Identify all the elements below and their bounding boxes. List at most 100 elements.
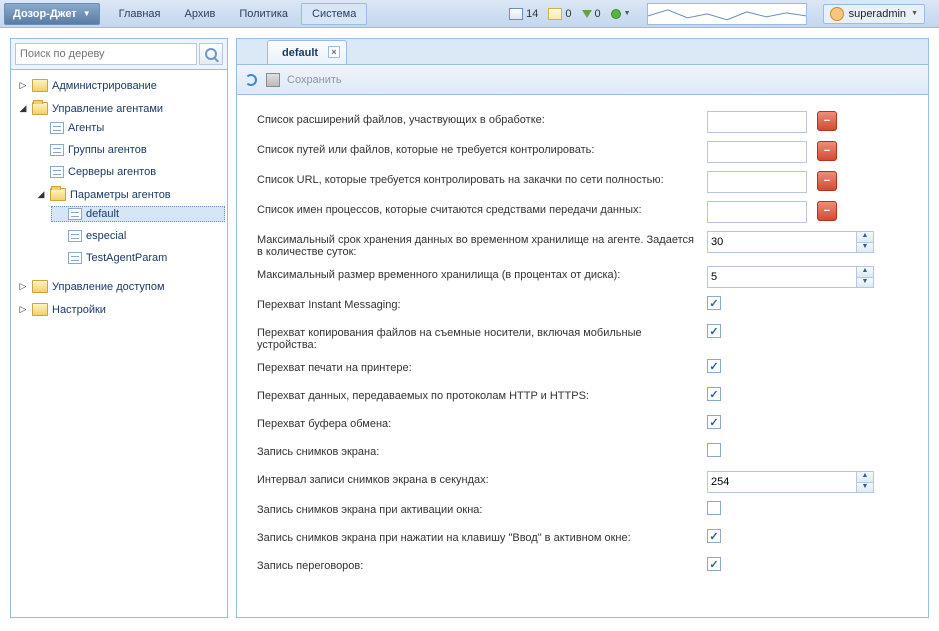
mail-new-stat[interactable]: 14 bbox=[509, 8, 538, 20]
form-row: Максимальный размер временного хранилища… bbox=[257, 262, 908, 292]
field-control: ▲▼ bbox=[707, 231, 874, 253]
tree-item[interactable]: Группы агентов bbox=[33, 142, 225, 158]
text-input[interactable] bbox=[707, 171, 807, 193]
form-row: Список расширений файлов, участвующих в … bbox=[257, 107, 908, 137]
settings-form: Список расширений файлов, участвующих в … bbox=[237, 95, 928, 617]
search-button[interactable] bbox=[199, 43, 223, 65]
checkbox[interactable] bbox=[707, 443, 721, 457]
main-menu: ГлавнаяАрхивПолитикаСистема bbox=[108, 3, 368, 25]
form-icon bbox=[68, 230, 82, 242]
chevron-down-icon: ▼ bbox=[83, 9, 91, 18]
collapse-icon[interactable]: ◢ bbox=[36, 190, 46, 200]
no-toggle bbox=[36, 145, 46, 155]
checkbox[interactable]: ✓ bbox=[707, 415, 721, 429]
spin-down-button[interactable]: ▼ bbox=[856, 482, 874, 494]
tree-folder[interactable]: ▷Администрирование bbox=[15, 77, 225, 94]
number-input[interactable] bbox=[707, 471, 856, 493]
brand-label: Дозор-Джет bbox=[13, 8, 77, 20]
spin-down-button[interactable]: ▼ bbox=[856, 277, 874, 289]
tree-label: Агенты bbox=[68, 122, 104, 134]
delete-cell: − bbox=[817, 111, 841, 131]
content-panel: default × Сохранить Список расширений фа… bbox=[236, 38, 929, 618]
refresh-button[interactable] bbox=[243, 72, 259, 88]
field-control: ✓ bbox=[707, 359, 721, 373]
spin-up-button[interactable]: ▲ bbox=[856, 231, 874, 242]
refresh-icon bbox=[245, 74, 257, 86]
no-toggle bbox=[54, 209, 64, 219]
tree-panel: ▷Администрирование ◢ Управление агентами Аг… bbox=[10, 38, 228, 618]
nav-tree: ▷Администрирование ◢ Управление агентами Аг… bbox=[11, 70, 227, 325]
user-menu[interactable]: superadmin ▼ bbox=[823, 4, 925, 24]
mail-open-stat[interactable]: 0 bbox=[548, 8, 571, 20]
tree-item[interactable]: TestAgentParam bbox=[51, 250, 225, 266]
tab-default[interactable]: default × bbox=[267, 40, 347, 64]
tree-folder[interactable]: ▷ Настройки bbox=[15, 301, 225, 318]
field-label: Максимальный срок хранения данных во вре… bbox=[257, 231, 707, 258]
form-row: Запись переговоров:✓ bbox=[257, 553, 908, 581]
delete-cell: − bbox=[817, 201, 841, 221]
close-icon[interactable]: × bbox=[328, 46, 340, 58]
tree-item[interactable]: especial bbox=[51, 228, 225, 244]
download-stat[interactable]: 0 bbox=[582, 8, 601, 20]
text-input[interactable] bbox=[707, 201, 807, 223]
folder-icon bbox=[32, 79, 48, 92]
expand-icon[interactable]: ▷ bbox=[18, 282, 28, 292]
spin-up-button[interactable]: ▲ bbox=[856, 266, 874, 277]
tree-item[interactable]: default bbox=[51, 206, 225, 222]
checkbox[interactable]: ✓ bbox=[707, 557, 721, 571]
collapse-icon[interactable]: ◢ bbox=[18, 104, 28, 114]
checkbox[interactable]: ✓ bbox=[707, 324, 721, 338]
delete-button[interactable]: − bbox=[817, 111, 837, 131]
tree-folder[interactable]: ◢ Управление агентами bbox=[15, 100, 225, 117]
user-icon bbox=[830, 7, 844, 21]
folder-icon bbox=[32, 280, 48, 293]
form-row: Запись снимков экрана при активации окна… bbox=[257, 497, 908, 525]
checkbox[interactable]: ✓ bbox=[707, 296, 721, 310]
expand-icon[interactable]: ▷ bbox=[18, 81, 28, 91]
field-label: Перехват данных, передаваемых по протоко… bbox=[257, 387, 707, 402]
tree-folder[interactable]: ◢Параметры агентов bbox=[33, 186, 225, 203]
field-control: ✓ bbox=[707, 529, 721, 543]
search-icon bbox=[205, 48, 217, 60]
checkbox[interactable]: ✓ bbox=[707, 387, 721, 401]
field-control: ▲▼ bbox=[707, 471, 874, 493]
tree-label: especial bbox=[86, 230, 126, 242]
field-control: ✓ bbox=[707, 296, 721, 310]
field-label: Интервал записи снимков экрана в секунда… bbox=[257, 471, 707, 486]
tree-folder[interactable]: ▷Управление доступом bbox=[15, 278, 225, 295]
text-input[interactable] bbox=[707, 141, 807, 163]
delete-button[interactable]: − bbox=[817, 201, 837, 221]
menu-item-3[interactable]: Система bbox=[301, 3, 367, 25]
field-control: ✓ bbox=[707, 557, 721, 571]
number-input[interactable] bbox=[707, 231, 856, 253]
expand-icon[interactable]: ▷ bbox=[18, 305, 28, 315]
spin-down-button[interactable]: ▼ bbox=[856, 242, 874, 254]
delete-button[interactable]: − bbox=[817, 141, 837, 161]
checkbox[interactable]: ✓ bbox=[707, 529, 721, 543]
field-label: Запись снимков экрана: bbox=[257, 443, 707, 458]
menu-item-2[interactable]: Политика bbox=[228, 3, 299, 25]
online-stat[interactable]: ▼ bbox=[611, 9, 631, 19]
tree-item[interactable]: Серверы агентов bbox=[33, 164, 225, 180]
stat-value: 14 bbox=[526, 8, 538, 20]
delete-button[interactable]: − bbox=[817, 171, 837, 191]
tree-item[interactable]: Агенты bbox=[33, 120, 225, 136]
form-row: Перехват данных, передаваемых по протоко… bbox=[257, 383, 908, 411]
checkbox[interactable]: ✓ bbox=[707, 359, 721, 373]
tab-label: default bbox=[282, 47, 318, 59]
form-row: Список имен процессов, которые считаются… bbox=[257, 197, 908, 227]
text-input[interactable] bbox=[707, 111, 807, 133]
save-button[interactable] bbox=[265, 72, 281, 88]
tree-label: Настройки bbox=[52, 304, 106, 316]
field-label: Список имен процессов, которые считаются… bbox=[257, 201, 707, 216]
field-label: Запись переговоров: bbox=[257, 557, 707, 572]
number-input[interactable] bbox=[707, 266, 856, 288]
tree-label: Управление агентами bbox=[52, 103, 163, 115]
menu-item-0[interactable]: Главная bbox=[108, 3, 172, 25]
field-label: Список путей или файлов, которые не треб… bbox=[257, 141, 707, 156]
search-input[interactable] bbox=[15, 43, 197, 65]
spin-up-button[interactable]: ▲ bbox=[856, 471, 874, 482]
menu-item-1[interactable]: Архив bbox=[174, 3, 227, 25]
brand-menu[interactable]: Дозор-Джет ▼ bbox=[4, 3, 100, 25]
checkbox[interactable] bbox=[707, 501, 721, 515]
